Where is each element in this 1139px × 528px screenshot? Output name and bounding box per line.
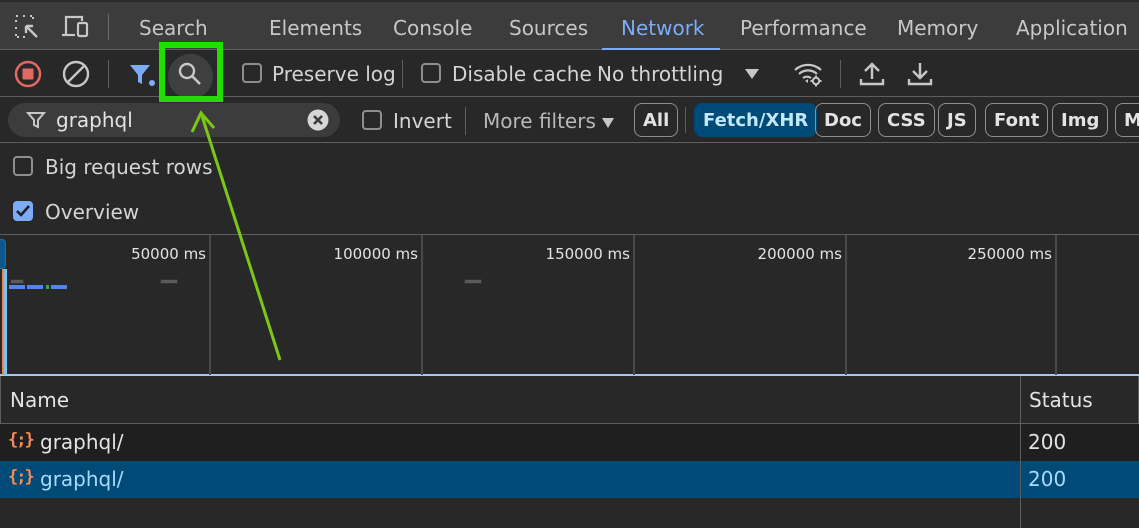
tab-network[interactable]: Network — [621, 16, 705, 40]
column-header-status[interactable]: Status — [1029, 388, 1093, 412]
overview-request-bar — [160, 279, 178, 284]
big-request-rows-option: Big request rows — [0, 146, 400, 190]
filter-input-value[interactable]: graphql — [56, 108, 133, 132]
overview-range-marker — [2, 269, 4, 375]
filter-divider — [465, 107, 466, 135]
network-conditions-icon[interactable] — [793, 58, 825, 90]
invert-checkbox[interactable] — [362, 110, 382, 130]
tick-label: 200000 ms — [757, 245, 842, 263]
overview-request-bar — [9, 285, 25, 289]
tab-performance[interactable]: Performance — [740, 16, 867, 40]
tick-label: 100000 ms — [333, 245, 418, 263]
chevron-down-icon[interactable] — [736, 58, 768, 90]
overview-range-handle[interactable] — [0, 239, 6, 269]
inspect-element-icon[interactable] — [12, 12, 42, 42]
request-name[interactable]: graphql/ — [40, 467, 124, 491]
big-request-rows-checkbox[interactable] — [13, 156, 33, 176]
chip-img[interactable]: Img — [1052, 103, 1109, 137]
tab-sources[interactable]: Sources — [509, 16, 588, 40]
filter-funnel-icon — [25, 110, 47, 134]
overview-request-bar — [10, 279, 24, 284]
upload-icon[interactable] — [856, 58, 888, 90]
device-toolbar-icon[interactable] — [61, 12, 91, 42]
search-button-highlight — [159, 42, 223, 102]
tick-label: 150000 ms — [545, 245, 630, 263]
chip-font[interactable]: Font — [985, 103, 1049, 137]
request-status: 200 — [1028, 467, 1067, 491]
request-status: 200 — [1028, 430, 1067, 454]
chip-doc[interactable]: Doc — [815, 103, 871, 137]
overview-request-bar — [464, 279, 482, 284]
toolbar-divider — [108, 60, 109, 88]
checkmark-icon — [16, 205, 30, 217]
tab-divider — [108, 14, 109, 40]
overview-request-bar — [51, 285, 67, 289]
stop-recording-icon[interactable] — [12, 58, 44, 90]
tab-application[interactable]: Application — [1016, 16, 1128, 40]
gridline — [633, 235, 635, 375]
tab-console[interactable]: Console — [393, 16, 472, 40]
table-row[interactable]: {;} graphql/ 200 — [0, 461, 1139, 498]
throttling-select[interactable]: No throttling — [597, 62, 723, 86]
tab-search[interactable]: Search — [139, 16, 208, 40]
table-header: Name Status — [0, 376, 1139, 424]
tick-label: 250000 ms — [967, 245, 1052, 263]
tick-label: 50000 ms — [131, 245, 206, 263]
network-overview-timeline[interactable]: 50000 ms 100000 ms 150000 ms 200000 ms 2… — [0, 234, 1139, 376]
more-filters-chevron-icon[interactable] — [601, 114, 615, 133]
tab-memory[interactable]: Memory — [897, 16, 978, 40]
filter-bar: graphql Invert More filters All Fetch/XH… — [0, 97, 1139, 143]
table-row[interactable]: {;} graphql/ 200 — [0, 424, 1139, 461]
requests-table: Name Status {;} graphql/ 200 {;} graphql… — [0, 376, 1139, 528]
chip-divider — [685, 107, 686, 133]
tab-elements[interactable]: Elements — [269, 16, 362, 40]
toolbar-divider — [402, 60, 403, 88]
clear-filter-icon[interactable] — [307, 109, 329, 135]
overview-checkbox[interactable] — [13, 201, 33, 221]
big-request-rows-label[interactable]: Big request rows — [45, 155, 213, 179]
column-divider[interactable] — [1020, 376, 1021, 528]
overview-label[interactable]: Overview — [45, 200, 139, 224]
download-icon[interactable] — [904, 58, 936, 90]
more-filters-dropdown[interactable]: More filters — [483, 109, 596, 133]
chip-all[interactable]: All — [634, 103, 679, 137]
filter-input[interactable]: graphql — [8, 103, 340, 137]
chip-js[interactable]: JS — [938, 103, 976, 137]
chip-css[interactable]: CSS — [878, 103, 935, 137]
gridline — [421, 235, 423, 375]
overview-request-bar — [46, 285, 49, 289]
request-name[interactable]: graphql/ — [40, 430, 124, 454]
overview-request-bar — [27, 285, 43, 289]
gridline — [209, 235, 211, 375]
disable-cache-label[interactable]: Disable cache — [452, 62, 592, 86]
fetch-request-icon: {;} — [8, 467, 35, 487]
overview-option: Overview — [0, 190, 400, 234]
chip-fetch-xhr[interactable]: Fetch/XHR — [694, 103, 818, 137]
invert-label[interactable]: Invert — [393, 109, 452, 133]
preserve-log-label[interactable]: Preserve log — [272, 62, 396, 86]
disable-cache-checkbox[interactable] — [421, 63, 441, 83]
column-header-name[interactable]: Name — [10, 388, 69, 412]
chip-more[interactable]: M — [1115, 103, 1139, 137]
preserve-log-checkbox[interactable] — [242, 63, 262, 83]
gridline — [845, 235, 847, 375]
gridline — [1055, 235, 1057, 375]
filter-icon[interactable] — [126, 58, 158, 90]
clear-icon[interactable] — [60, 58, 92, 90]
fetch-request-icon: {;} — [8, 430, 35, 450]
toolbar-divider — [840, 60, 841, 88]
